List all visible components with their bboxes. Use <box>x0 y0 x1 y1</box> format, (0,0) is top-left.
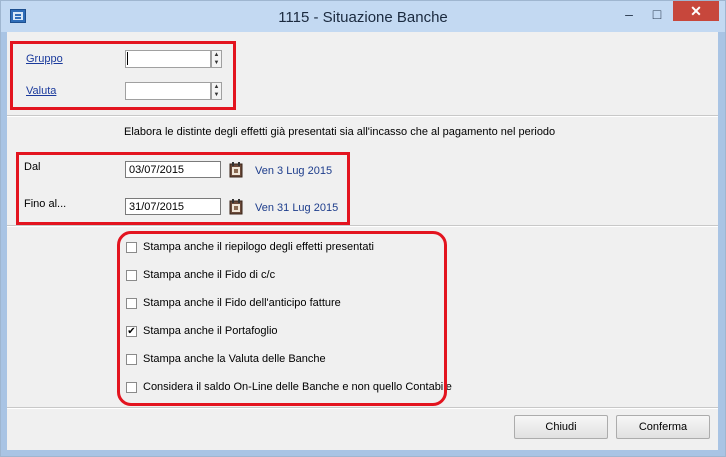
separator-highlight <box>7 408 718 409</box>
highlight-frame-filters <box>10 41 236 110</box>
highlight-frame-options <box>117 231 447 406</box>
title-bar: 1115 - Situazione Banche – □ ✕ <box>1 1 725 32</box>
close-window-button[interactable]: ✕ <box>673 1 719 21</box>
separator-highlight <box>7 116 718 117</box>
dialog-client-area: Gruppo ▲ ▼ Valuta ▲ ▼ Elabora le distinte … <box>7 32 718 450</box>
maximize-button[interactable]: □ <box>643 4 671 26</box>
dialog-window: 1115 - Situazione Banche – □ ✕ Gruppo ▲ ▼… <box>0 0 726 457</box>
description-text: Elabora le distinte degli effetti già pr… <box>124 126 556 138</box>
separator-highlight <box>7 226 718 227</box>
close-button[interactable]: Chiudi <box>514 415 608 439</box>
confirm-button[interactable]: Conferma <box>616 415 710 439</box>
minimize-button[interactable]: – <box>615 4 643 26</box>
highlight-frame-period <box>16 152 350 225</box>
